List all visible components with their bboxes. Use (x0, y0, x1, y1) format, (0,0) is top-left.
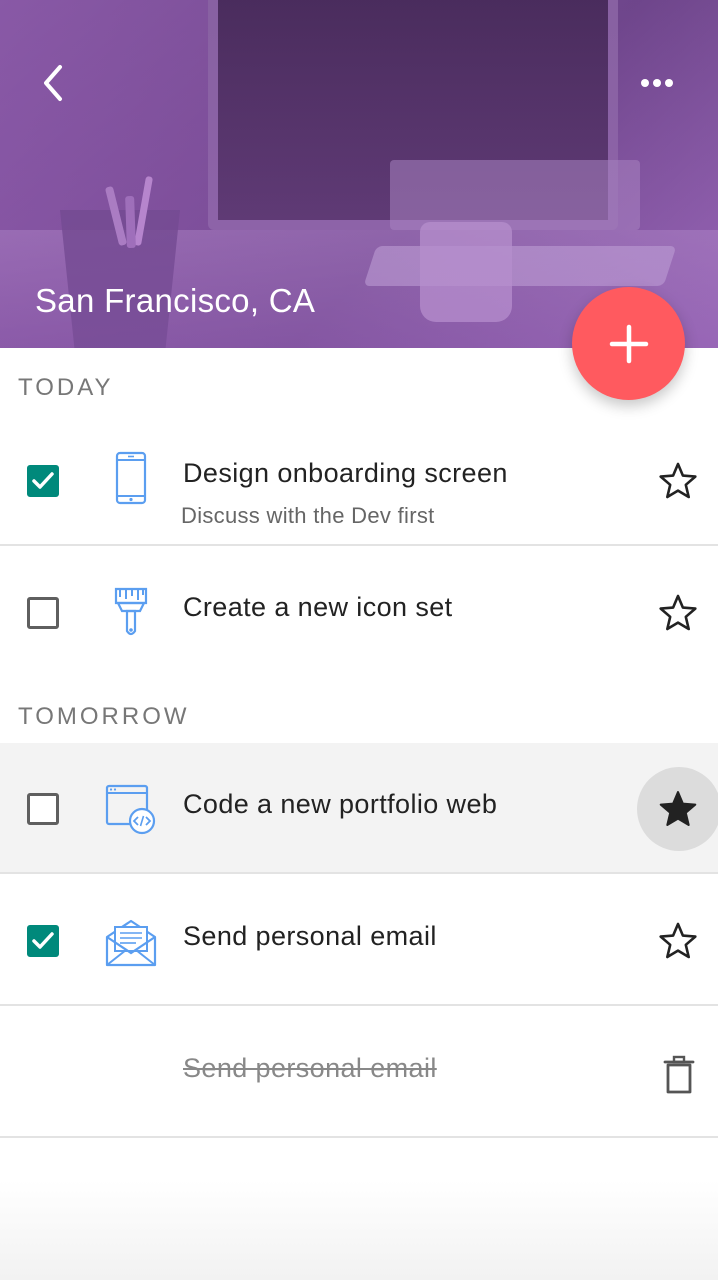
task-title: Send personal email (183, 1053, 437, 1083)
task-title: Design onboarding screen (183, 458, 508, 488)
code-window-icon (105, 784, 156, 835)
plus-icon (609, 324, 648, 363)
task-subtitle: Discuss with the Dev first (181, 503, 435, 528)
task-title: Send personal email (183, 921, 437, 951)
task-row[interactable]: Code a new portfolio web (0, 743, 718, 874)
deleted-task-row[interactable]: Send personal email (0, 1007, 718, 1138)
task-checkbox[interactable] (27, 465, 59, 497)
star-outline-icon[interactable] (658, 461, 698, 501)
task-checkbox[interactable] (27, 597, 59, 629)
paint-brush-icon (114, 587, 148, 636)
task-title: Create a new icon set (183, 592, 453, 622)
section-title-today: TODAY (18, 374, 114, 401)
task-row[interactable]: Create a new icon set (0, 547, 718, 678)
more-horizontal-icon (641, 79, 673, 87)
phone-icon (115, 451, 147, 505)
location-title: San Francisco, CA (35, 282, 316, 319)
chevron-left-icon (44, 65, 62, 101)
envelope-icon (105, 919, 157, 967)
checkmark-icon (32, 472, 54, 489)
task-row[interactable]: Send personal email (0, 875, 718, 1006)
checkmark-icon (32, 932, 54, 949)
star-outline-icon[interactable] (658, 593, 698, 633)
star-outline-icon[interactable] (658, 921, 698, 961)
back-button[interactable] (30, 60, 76, 106)
task-title: Code a new portfolio web (183, 789, 498, 819)
trash-icon[interactable] (662, 1055, 696, 1095)
star-filled-icon[interactable] (658, 789, 698, 829)
task-checkbox[interactable] (27, 925, 59, 957)
bottom-fade (0, 1180, 718, 1280)
add-task-button[interactable] (572, 287, 685, 400)
section-title-tomorrow: TOMORROW (18, 703, 190, 730)
more-options-button[interactable] (632, 62, 682, 104)
task-checkbox[interactable] (27, 793, 59, 825)
task-row[interactable]: Design onboarding screen Discuss with th… (0, 415, 718, 546)
